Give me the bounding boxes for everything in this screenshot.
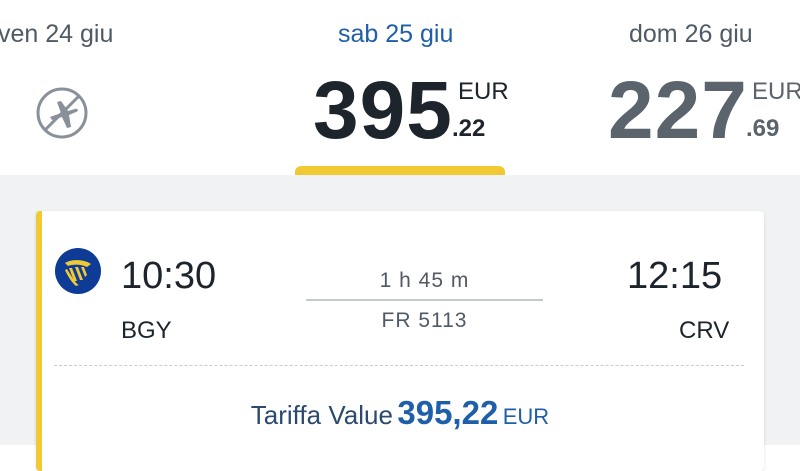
price-currency: EUR bbox=[458, 78, 509, 105]
price-currency: EUR bbox=[752, 78, 800, 105]
date-label: ven 24 giu bbox=[0, 20, 114, 48]
flight-info: 1 h 45 m FR 5113 bbox=[306, 269, 543, 333]
departure-time: 10:30 bbox=[121, 255, 217, 297]
price-decimals: .22 bbox=[452, 115, 486, 142]
fare-label: Tariffa Value bbox=[250, 400, 393, 430]
divider bbox=[54, 365, 744, 366]
flight-number: FR 5113 bbox=[381, 309, 468, 332]
no-flights-icon bbox=[36, 87, 88, 139]
date-option-next[interactable]: dom 26 giu 227 EUR .69 bbox=[600, 0, 800, 175]
arrival-airport: CRV bbox=[679, 317, 730, 344]
date-option-prev[interactable]: ven 24 giu bbox=[0, 0, 200, 175]
departure-airport: BGY bbox=[121, 317, 172, 344]
date-selector: ven 24 giu sab 25 giu 395 EUR .22 dom 26… bbox=[0, 0, 800, 178]
date-label: dom 26 giu bbox=[629, 20, 753, 48]
flight-duration: 1 h 45 m bbox=[379, 269, 470, 292]
date-label: sab 25 giu bbox=[338, 20, 454, 48]
price-integer: 227 bbox=[608, 65, 748, 156]
route-line bbox=[306, 299, 543, 301]
price-integer: 395 bbox=[313, 65, 453, 156]
fare-summary[interactable]: Tariffa Value 395,22 EUR bbox=[36, 394, 764, 432]
price-decimals: .69 bbox=[746, 115, 780, 142]
ryanair-logo-icon bbox=[55, 248, 101, 294]
card-accent-bar bbox=[36, 211, 42, 471]
fare-amount: 395,22 bbox=[397, 394, 499, 431]
date-option-selected[interactable]: sab 25 giu 395 EUR .22 bbox=[295, 0, 509, 175]
flight-card[interactable]: 10:30 BGY 1 h 45 m FR 5113 12:15 CRV Tar… bbox=[36, 211, 764, 471]
fare-currency: EUR bbox=[502, 404, 550, 429]
arrival-time: 12:15 bbox=[627, 255, 723, 297]
